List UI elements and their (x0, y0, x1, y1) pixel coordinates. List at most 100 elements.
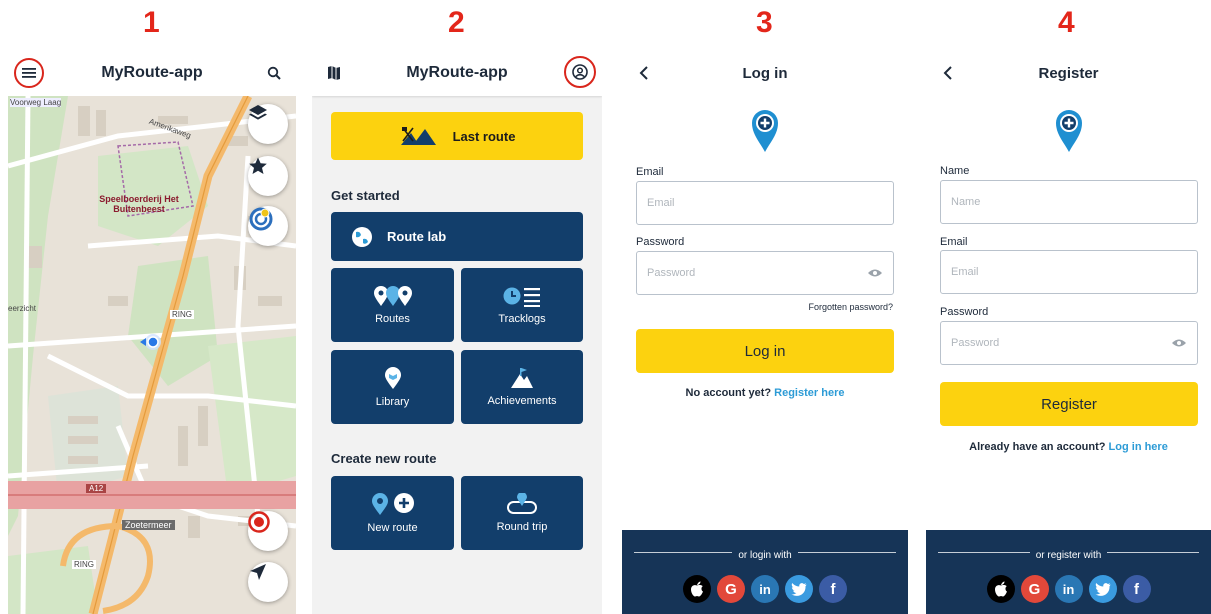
linkedin-login-button[interactable]: in (751, 575, 779, 603)
routes-button[interactable]: Routes (331, 268, 454, 342)
twitter-bird-icon (791, 582, 807, 596)
back-button[interactable] (630, 60, 658, 86)
eye-icon[interactable] (1171, 338, 1187, 348)
password-placeholder: Password (951, 337, 1000, 349)
map-view[interactable]: Voorweg Laag Amerikaweg Speelboerderij H… (8, 96, 296, 614)
email-label: Email (636, 166, 664, 178)
menu-top-bar: MyRoute-app (312, 50, 602, 96)
track-mode-button[interactable] (248, 206, 288, 246)
user-icon (572, 64, 588, 80)
name-field[interactable]: Name (940, 180, 1198, 224)
round-trip-label: Round trip (496, 521, 548, 533)
email-field[interactable]: Email (636, 181, 894, 225)
navigate-button[interactable] (248, 562, 288, 602)
achievements-button[interactable]: Achievements (461, 350, 583, 424)
hamburger-icon (22, 68, 36, 78)
twitter-login-button[interactable] (785, 575, 813, 603)
apple-icon (994, 581, 1007, 597)
tracklogs-button[interactable]: Tracklogs (461, 268, 583, 342)
round-trip-button[interactable]: Round trip (461, 476, 583, 550)
register-screen: Register Name Name Email Email Password … (926, 50, 1211, 614)
login-button[interactable]: Log in (636, 329, 894, 373)
search-button[interactable] (260, 60, 288, 86)
record-button[interactable] (248, 511, 288, 551)
round-trip-icon (507, 493, 537, 514)
google-login-button[interactable]: G (717, 575, 745, 603)
search-icon (267, 66, 281, 80)
library-pin-icon (384, 367, 401, 389)
register-title: Register (1038, 64, 1099, 82)
social-register-panel: or register with G in f (926, 530, 1211, 614)
password-label: Password (636, 236, 685, 248)
login-screen: Log in Email Email Password Password For… (622, 50, 908, 614)
facebook-register-button[interactable]: f (1122, 575, 1151, 603)
facebook-icon: f (1134, 580, 1139, 598)
new-route-label: New route (367, 522, 418, 534)
twitter-bird-icon (1095, 582, 1110, 596)
email-placeholder: Email (647, 197, 675, 209)
eye-icon[interactable] (867, 268, 883, 278)
record-icon (248, 511, 270, 533)
register-hint: No account yet? Register here (622, 387, 908, 399)
favorites-button[interactable] (248, 156, 288, 196)
last-route-button[interactable]: Last route (331, 112, 583, 160)
google-icon: G (725, 580, 737, 598)
map-label-ring-mid: RING (170, 310, 194, 319)
name-label: Name (940, 165, 970, 177)
apple-login-button[interactable] (683, 575, 711, 603)
layers-button[interactable] (248, 104, 288, 144)
password-field[interactable]: Password (636, 251, 894, 295)
logo-pin-plus-icon (752, 110, 778, 152)
facebook-icon: f (830, 580, 836, 598)
password-field[interactable]: Password (940, 321, 1198, 365)
map-label-street-top: Voorweg Laag (10, 98, 62, 107)
email-field[interactable]: Email (940, 250, 1198, 294)
hamburger-menu-button[interactable] (14, 58, 44, 88)
facebook-login-button[interactable]: f (819, 575, 847, 603)
menu-screen: MyRoute-app Last route Get started Route… (312, 50, 602, 614)
library-button[interactable]: Library (331, 350, 454, 424)
login-here-link[interactable]: Log in here (1109, 441, 1168, 453)
or-register-with-text: or register with (1029, 550, 1108, 561)
location-track-icon (249, 207, 273, 231)
layers-icon (249, 105, 267, 120)
navigation-arrow-icon (250, 564, 266, 580)
no-account-text: No account yet? (685, 387, 772, 399)
new-route-button[interactable]: New route (331, 476, 454, 550)
google-register-button[interactable]: G (1020, 575, 1049, 603)
achievements-label: Achievements (487, 395, 557, 407)
routes-label: Routes (375, 313, 410, 325)
route-lab-label: Route lab (387, 229, 447, 244)
email-placeholder: Email (951, 266, 979, 278)
login-title: Log in (742, 64, 788, 82)
google-icon: G (1028, 580, 1041, 598)
register-here-link[interactable]: Register here (774, 387, 844, 399)
chevron-left-icon (639, 66, 648, 80)
linkedin-icon: in (759, 581, 771, 597)
back-button[interactable] (934, 60, 962, 86)
route-lab-button[interactable]: Route lab (331, 212, 583, 261)
register-button[interactable]: Register (940, 382, 1198, 426)
forgot-password-link[interactable]: Forgotten password? (808, 302, 893, 312)
mountains-flag-icon (400, 127, 436, 145)
linkedin-register-button[interactable]: in (1054, 575, 1083, 603)
social-login-panel: or login with G in f (622, 530, 908, 614)
summit-flag-icon (511, 368, 533, 388)
apple-register-button[interactable] (986, 575, 1015, 603)
map-label-poi: Speelboerderij Het Buitenbeest (99, 194, 179, 214)
account-button[interactable] (564, 56, 596, 88)
logo-pin-plus-icon (1056, 110, 1082, 152)
have-account-text: Already have an account? (969, 441, 1106, 453)
or-login-with-text: or login with (732, 550, 798, 561)
create-new-route-heading: Create new route (331, 451, 437, 466)
twitter-register-button[interactable] (1088, 575, 1117, 603)
library-label: Library (375, 396, 410, 408)
map-view-button[interactable] (320, 60, 348, 86)
last-route-label: Last route (452, 128, 516, 144)
email-label: Email (940, 236, 968, 248)
star-icon (249, 157, 267, 174)
step-number-3: 3 (756, 6, 773, 39)
app-title: MyRoute-app (101, 64, 203, 81)
app-logo (1054, 107, 1084, 158)
password-placeholder: Password (647, 267, 696, 279)
